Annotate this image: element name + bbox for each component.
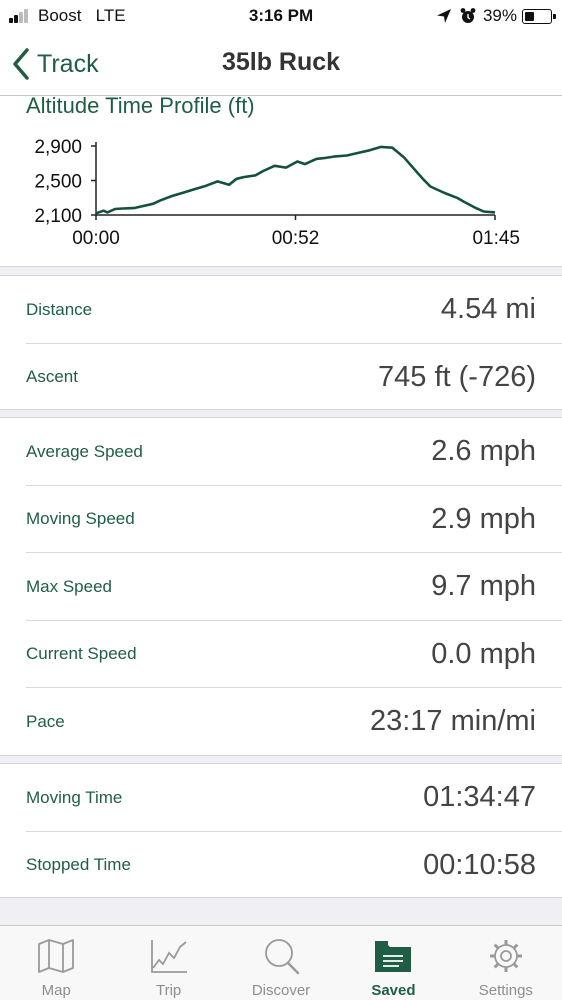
x-tick-label: 01:45 [472, 228, 520, 249]
stat-label: Moving Speed [26, 509, 135, 529]
stat-label: Current Speed [26, 644, 137, 664]
stat-row-pace: Pace 23:17 min/mi [0, 688, 562, 756]
stat-value: 2.9 mph [431, 502, 536, 535]
stat-row-distance: Distance 4.54 mi [0, 276, 562, 344]
magnifier-icon [265, 939, 300, 975]
stat-value: 4.54 mi [440, 293, 536, 326]
stat-row-moving-speed: Moving Speed 2.9 mph [0, 486, 562, 553]
stat-label: Max Speed [26, 576, 112, 596]
x-tick-label: 00:52 [272, 228, 320, 249]
tab-settings[interactable]: Settings [450, 926, 562, 1000]
distance-group: Distance 4.54 mi Ascent 745 ft (-726) [0, 276, 562, 411]
navigation-bar: Track 35lb Ruck [0, 34, 562, 96]
tab-discover[interactable]: Discover [225, 926, 337, 1000]
stat-label: Distance [26, 299, 93, 319]
section-spacer [0, 266, 562, 276]
stat-value: 9.7 mph [431, 570, 536, 603]
settings-gear-icon [489, 940, 522, 972]
page-title: 35lb Ruck [221, 48, 341, 76]
tab-label: Saved [371, 982, 416, 999]
stat-row-ascent: Ascent 745 ft (-726) [0, 344, 562, 412]
stat-value: 2.6 mph [431, 435, 536, 468]
gear-tooth [512, 962, 519, 969]
location-arrow-icon [436, 9, 451, 23]
tab-label: Map [41, 982, 71, 999]
section-spacer [0, 409, 562, 418]
status-right-group: 39% [435, 5, 556, 27]
tab-map[interactable]: Map [0, 926, 112, 1000]
bottom-filler [0, 897, 562, 925]
trip-chart-icon [150, 940, 187, 973]
altitude-chart-section: Altitude Time Profile (ft) 2,900 2,500 2,1… [0, 93, 562, 266]
tab-trip[interactable]: Trip [112, 926, 224, 1000]
gear-tooth [493, 962, 500, 969]
stat-value: 745 ft (-726) [378, 360, 536, 393]
tab-label: Trip [155, 982, 182, 999]
time-group: Moving Time 01:34:47 Stopped Time 00:10:… [0, 764, 562, 899]
stat-value: 01:34:47 [423, 781, 536, 814]
y-tick-label: 2,500 [34, 172, 82, 193]
stat-row-max-speed: Max Speed 9.7 mph [0, 553, 562, 621]
stat-value: 0.0 mph [431, 637, 536, 670]
battery-tip [553, 13, 556, 19]
stat-label: Average Speed [26, 441, 143, 461]
y-tick-label: 2,900 [34, 137, 82, 158]
y-tick-label: 2,100 [34, 206, 82, 227]
stat-row-current-speed: Current Speed 0.0 mph [0, 621, 562, 688]
gear-tooth [512, 943, 519, 950]
speed-group: Average Speed 2.6 mph Moving Speed 2.9 m… [0, 418, 562, 756]
stat-row-average-speed: Average Speed 2.6 mph [0, 418, 562, 486]
tab-saved[interactable]: Saved [337, 926, 449, 1000]
stat-row-moving-time: Moving Time 01:34:47 [0, 764, 562, 832]
x-tick-label: 00:00 [72, 228, 120, 249]
saved-folder-icon [375, 941, 412, 972]
alarm-icon [460, 8, 476, 23]
altitude-series-line [95, 145, 496, 215]
stat-label: Moving Time [26, 787, 123, 807]
stat-row-stopped-time: Stopped Time 00:10:58 [0, 832, 562, 900]
section-spacer [0, 755, 562, 764]
map-icon [38, 939, 75, 973]
stat-label: Pace [26, 711, 65, 731]
battery-icon [522, 8, 556, 24]
gear-tooth [493, 943, 500, 950]
stat-label: Stopped Time [26, 855, 131, 875]
stat-value: 00:10:58 [423, 848, 536, 881]
stat-label: Ascent [26, 367, 78, 387]
tab-bar: Map Trip Discover Saved Settings [0, 925, 562, 1000]
altitude-chart: 2,900 2,500 2,10000:00 00:52 01:45 [34, 137, 520, 249]
battery-percent: 39% [482, 6, 517, 25]
status-bar: Boost LTE 3:16 PM 39% [0, 0, 562, 34]
stat-value: 23:17 min/mi [369, 705, 536, 738]
tab-label: Discover [251, 982, 311, 999]
tab-label: Settings [478, 982, 533, 999]
battery-fill [525, 11, 534, 21]
